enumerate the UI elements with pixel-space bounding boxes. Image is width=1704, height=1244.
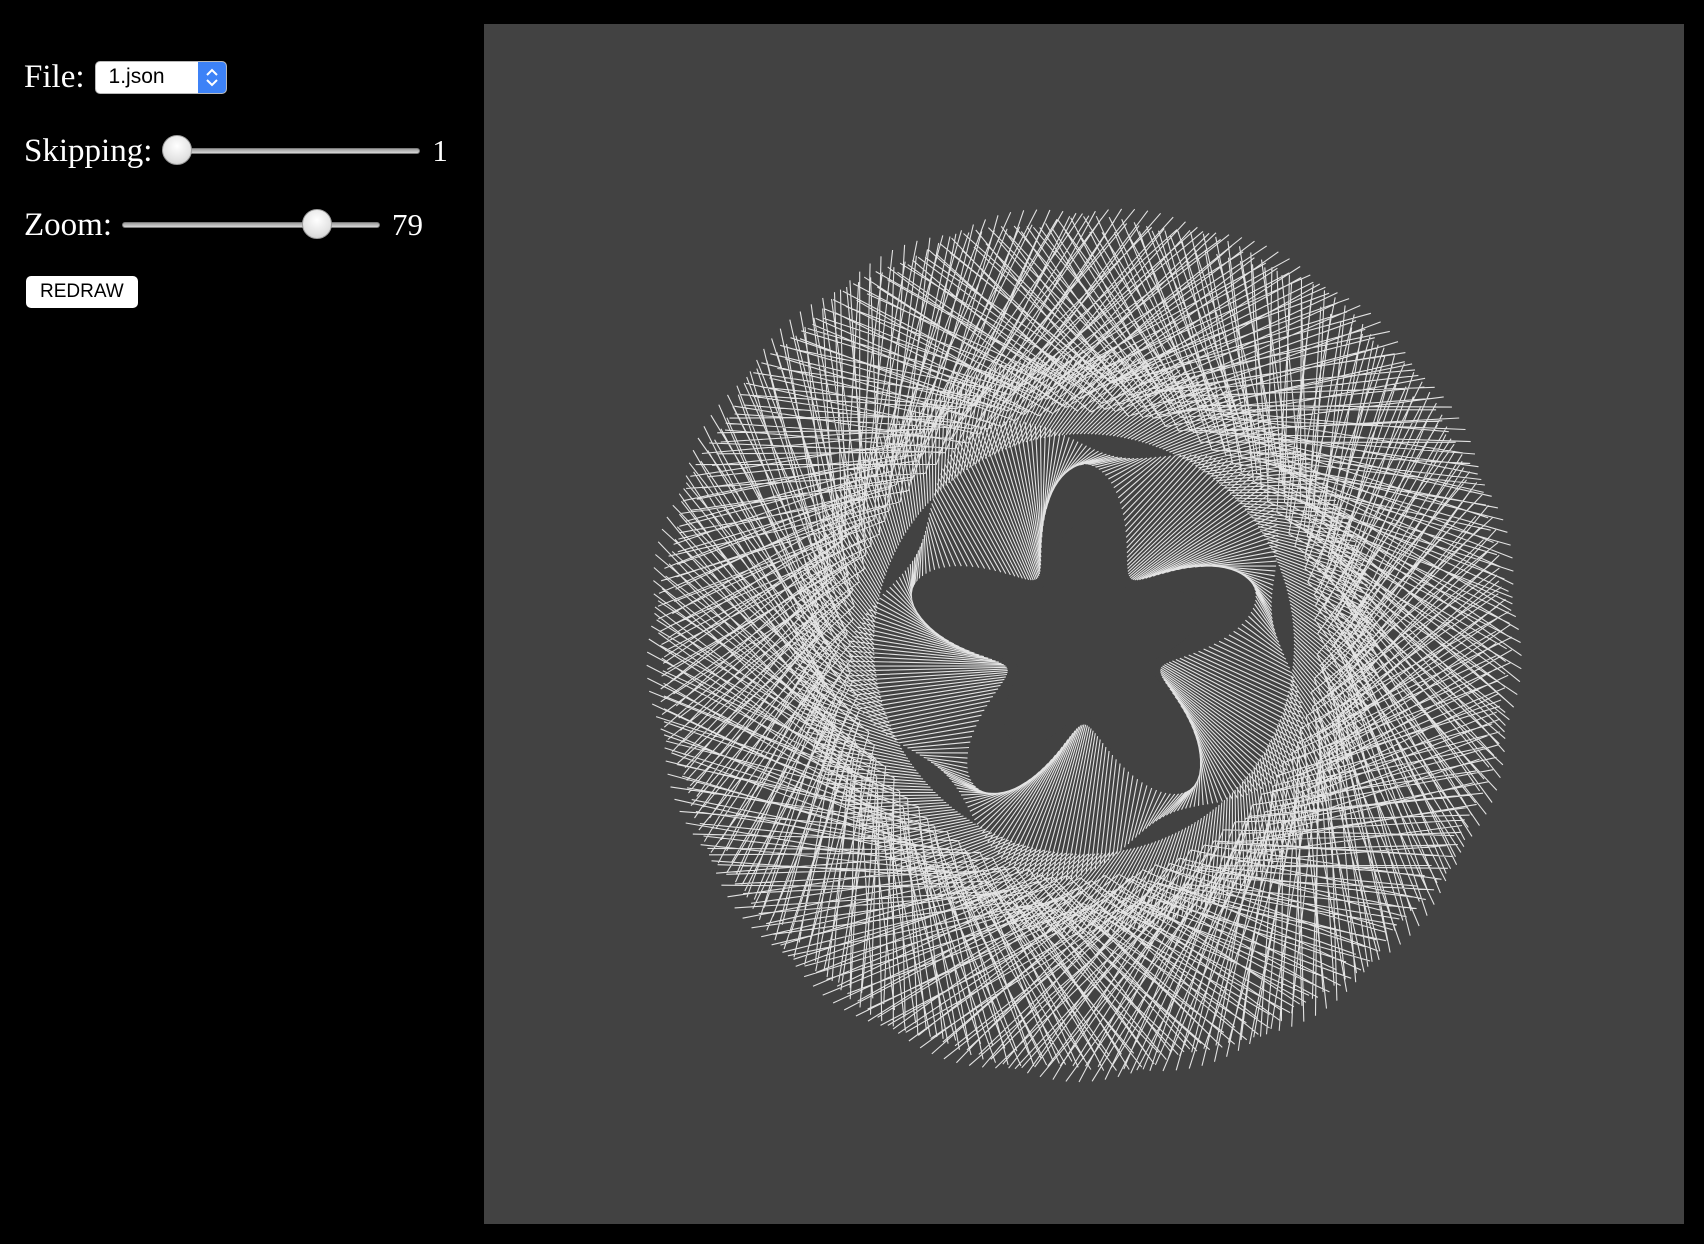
redraw-button[interactable]: REDRAW — [26, 276, 138, 308]
redraw-row: REDRAW — [24, 274, 464, 310]
skipping-slider[interactable] — [162, 133, 421, 169]
zoom-slider[interactable] — [122, 207, 380, 243]
zoom-slider-thumb[interactable] — [301, 209, 332, 239]
zoom-slider-track — [122, 222, 380, 228]
skipping-slider-thumb[interactable] — [162, 135, 193, 165]
skipping-value: 1 — [432, 133, 448, 168]
file-row: File: 1.json — [24, 52, 464, 102]
file-select[interactable]: 1.json — [94, 60, 227, 94]
zoom-value: 79 — [392, 207, 423, 242]
controls-panel: File: 1.json Skipping: 1 Zoom: 79 REDRAW — [24, 52, 464, 334]
zoom-label: Zoom: — [24, 206, 112, 243]
center-star-shape — [911, 464, 1200, 794]
zoom-row: Zoom: 79 — [24, 200, 464, 250]
skipping-slider-track — [162, 148, 421, 154]
skipping-label: Skipping: — [24, 132, 153, 169]
spirograph-drawing — [646, 208, 1522, 1083]
select-arrows-icon — [197, 61, 226, 93]
file-select-value: 1.json — [108, 65, 165, 88]
file-label: File: — [24, 58, 85, 95]
skipping-row: Skipping: 1 — [24, 126, 464, 176]
drawing-canvas[interactable] — [484, 24, 1684, 1224]
